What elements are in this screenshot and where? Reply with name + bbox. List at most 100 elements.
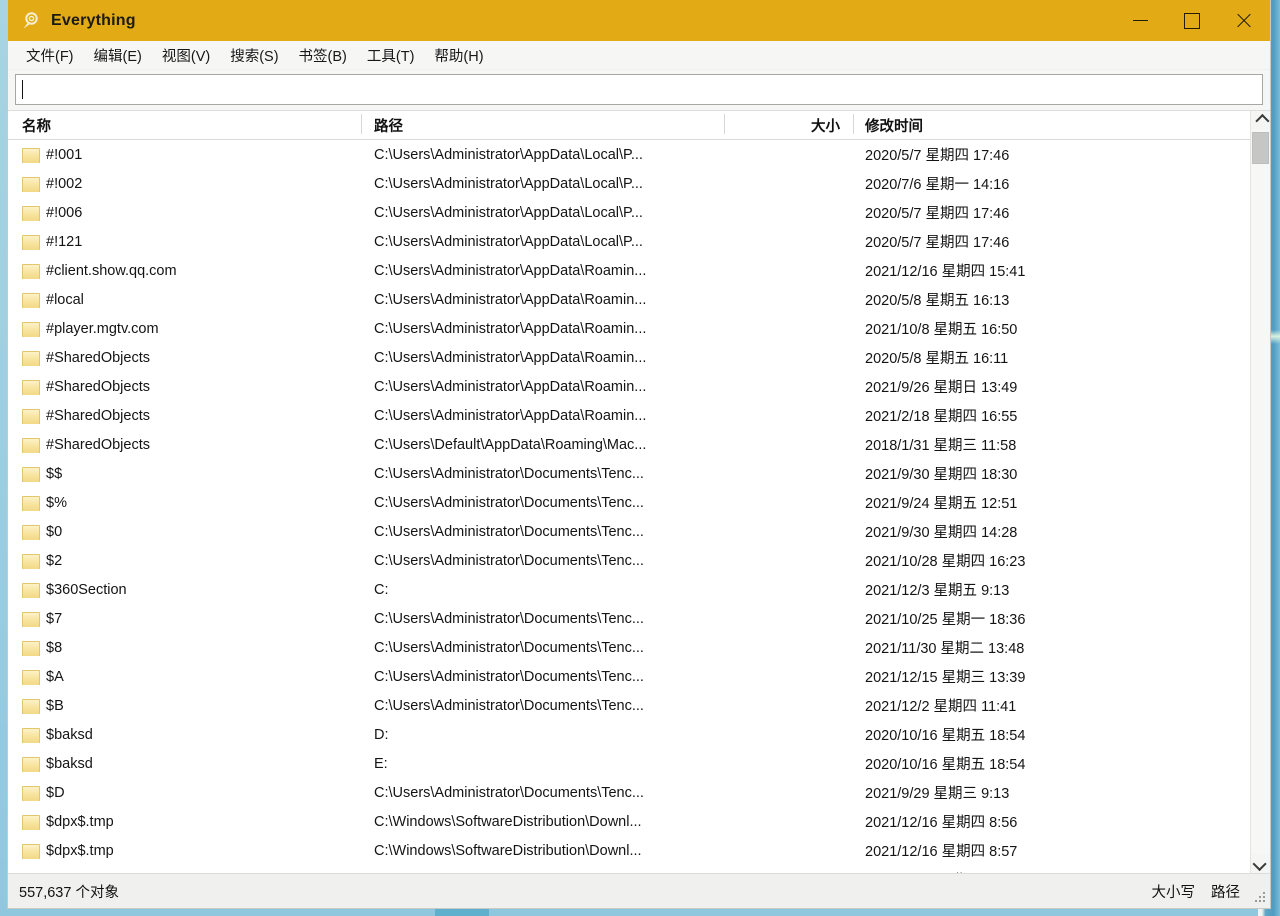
table-row[interactable]: $360SectionC:2021/12/3 星期五 9:13 bbox=[8, 575, 1250, 604]
folder-icon bbox=[22, 321, 39, 337]
scrollbar-thumb[interactable] bbox=[1252, 132, 1269, 164]
table-row[interactable]: #!121C:\Users\Administrator\AppData\Loca… bbox=[8, 227, 1250, 256]
table-row[interactable]: $%C:\Users\Administrator\Documents\Tenc.… bbox=[8, 488, 1250, 517]
cell-date: 2021/11/30 星期二 13:48 bbox=[865, 637, 1024, 658]
cell-name: $dpx$.tmp bbox=[22, 814, 114, 830]
window-title: Everything bbox=[51, 12, 136, 30]
menu-item-view[interactable]: 视图(V) bbox=[152, 42, 220, 69]
table-row[interactable]: #!006C:\Users\Administrator\AppData\Loca… bbox=[8, 198, 1250, 227]
cell-date: 2021/10/28 星期四 16:23 bbox=[865, 550, 1025, 571]
folder-icon bbox=[22, 408, 39, 424]
folder-icon bbox=[22, 205, 39, 221]
folder-icon bbox=[22, 843, 39, 859]
folder-icon bbox=[22, 814, 39, 830]
cell-date: 2020/5/7 星期四 17:46 bbox=[865, 231, 1009, 252]
column-divider-3[interactable] bbox=[853, 114, 854, 134]
cell-name-text: $$ bbox=[46, 466, 62, 482]
cell-date: 2021/10/25 星期一 18:36 bbox=[865, 608, 1025, 629]
table-row[interactable]: $AC:\Users\Administrator\Documents\Tenc.… bbox=[8, 662, 1250, 691]
table-row[interactable]: #SharedObjectsC:\Users\Administrator\App… bbox=[8, 372, 1250, 401]
cell-name-text: #!002 bbox=[46, 176, 82, 192]
table-row[interactable]: $dpx$.tmpC:\Windows\SoftwareDistribution… bbox=[8, 836, 1250, 865]
folder-icon bbox=[22, 292, 39, 308]
folder-icon bbox=[22, 553, 39, 569]
folder-icon bbox=[22, 495, 39, 511]
vertical-scrollbar[interactable] bbox=[1250, 111, 1270, 873]
cell-name-text: $dpx$.tmp bbox=[46, 814, 114, 830]
scrollbar-track[interactable] bbox=[1251, 130, 1270, 854]
cell-date: 2018/1/31 星期三 11:58 bbox=[865, 434, 1016, 455]
column-header-name[interactable]: 名称 bbox=[22, 115, 51, 136]
window-controls bbox=[1114, 0, 1270, 41]
cell-name: #!121 bbox=[22, 234, 82, 250]
cell-date: 2020/10/16 星期五 18:54 bbox=[865, 724, 1025, 745]
cell-date: 2021/9/30 星期四 18:30 bbox=[865, 463, 1017, 484]
everything-window: Everything 文件(F) 编辑(E) 视图(V) 搜索(S) 书签(B) bbox=[8, 0, 1270, 908]
cell-name: #SharedObjects bbox=[22, 350, 150, 366]
match-path-toggle[interactable]: 路径 bbox=[1211, 881, 1240, 902]
table-row[interactable]: $$C:\Users\Administrator\Documents\Tenc.… bbox=[8, 459, 1250, 488]
table-row[interactable]: #!001C:\Users\Administrator\AppData\Loca… bbox=[8, 140, 1250, 169]
cell-name: #SharedObjects bbox=[22, 379, 150, 395]
table-row[interactable]: #client.show.qq.comC:\Users\Administrato… bbox=[8, 256, 1250, 285]
cell-name-text: $8 bbox=[46, 640, 62, 656]
table-row[interactable]: $baksdE:2020/10/16 星期五 18:54 bbox=[8, 749, 1250, 778]
menu-item-file[interactable]: 文件(F) bbox=[16, 42, 84, 69]
table-row[interactable]: $dpx$.tmpC:\Windows\SoftwareDistribution… bbox=[8, 807, 1250, 836]
cell-name: $A bbox=[22, 669, 64, 685]
menu-item-search[interactable]: 搜索(S) bbox=[220, 42, 288, 69]
cell-name-text: #player.mgtv.com bbox=[46, 321, 159, 337]
table-row[interactable]: $DC:\Users\Administrator\Documents\Tenc.… bbox=[8, 778, 1250, 807]
minimize-button[interactable] bbox=[1114, 0, 1166, 41]
table-row[interactable]: $8C:\Users\Administrator\Documents\Tenc.… bbox=[8, 633, 1250, 662]
match-case-toggle[interactable]: 大小写 bbox=[1152, 881, 1196, 902]
chevron-down-icon bbox=[1252, 856, 1266, 870]
table-row[interactable]: #!002C:\Users\Administrator\AppData\Loca… bbox=[8, 169, 1250, 198]
table-row[interactable]: #SharedObjectsC:\Users\Default\AppData\R… bbox=[8, 430, 1250, 459]
table-row[interactable]: #localC:\Users\Administrator\AppData\Roa… bbox=[8, 285, 1250, 314]
cell-date: 2020/5/8 星期五 16:13 bbox=[865, 289, 1009, 310]
table-row[interactable]: $baksdD:2020/10/16 星期五 18:54 bbox=[8, 720, 1250, 749]
menu-bar: 文件(F) 编辑(E) 视图(V) 搜索(S) 书签(B) 工具(T) 帮助(H… bbox=[8, 41, 1270, 70]
table-row[interactable]: $2C:\Users\Administrator\Documents\Tenc.… bbox=[8, 546, 1250, 575]
cell-name: #!002 bbox=[22, 176, 82, 192]
folder-icon bbox=[22, 350, 39, 366]
column-header-size[interactable]: 大小 bbox=[708, 115, 840, 136]
cell-name: #!001 bbox=[22, 147, 82, 163]
cell-path: C:\Users\Administrator\AppData\Roamin... bbox=[374, 350, 714, 366]
cell-name-text: $baksd bbox=[46, 756, 93, 772]
cell-name: $360Section bbox=[22, 582, 127, 598]
folder-icon bbox=[22, 147, 39, 163]
close-icon bbox=[1235, 12, 1253, 30]
column-header-path[interactable]: 路径 bbox=[374, 115, 403, 136]
table-row[interactable]: #SharedObjects C:\Users\Administrator\App… bbox=[8, 343, 1250, 372]
menu-item-tools[interactable]: 工具(T) bbox=[357, 42, 425, 69]
close-button[interactable] bbox=[1218, 0, 1270, 41]
cell-name-text: $dpx$.tmp bbox=[46, 843, 114, 859]
table-row[interactable]: $EC:\Users\Administrator\Documents\Tenc.… bbox=[8, 865, 1250, 873]
table-row[interactable]: #player.mgtv.comC:\Users\Administrator\A… bbox=[8, 314, 1250, 343]
cell-name-text: #!121 bbox=[46, 234, 82, 250]
column-header-date[interactable]: 修改时间 bbox=[865, 115, 923, 136]
cell-date: 2020/5/7 星期四 17:46 bbox=[865, 144, 1009, 165]
table-row[interactable]: #SharedObjectsC:\Users\Administrator\App… bbox=[8, 401, 1250, 430]
resize-grip-icon[interactable] bbox=[1253, 892, 1265, 904]
maximize-button[interactable] bbox=[1166, 0, 1218, 41]
scroll-up-button[interactable] bbox=[1251, 111, 1270, 130]
table-row[interactable]: $0C:\Users\Administrator\Documents\Tenc.… bbox=[8, 517, 1250, 546]
cell-path: C:\Users\Administrator\AppData\Roamin... bbox=[374, 292, 714, 308]
menu-item-edit[interactable]: 编辑(E) bbox=[84, 42, 152, 69]
scroll-down-button[interactable] bbox=[1251, 854, 1270, 873]
title-bar[interactable]: Everything bbox=[8, 0, 1270, 41]
cell-name: #client.show.qq.com bbox=[22, 263, 177, 279]
folder-icon bbox=[22, 466, 39, 482]
results-list: 名称 路径 大小 修改时间 #!001C:\Users\Administrato… bbox=[8, 111, 1250, 873]
table-row[interactable]: $BC:\Users\Administrator\Documents\Tenc.… bbox=[8, 691, 1250, 720]
menu-item-help[interactable]: 帮助(H) bbox=[424, 42, 493, 69]
column-divider-1[interactable] bbox=[361, 114, 362, 134]
search-input[interactable] bbox=[15, 74, 1263, 105]
folder-icon bbox=[22, 437, 39, 453]
menu-item-bookmark[interactable]: 书签(B) bbox=[289, 42, 357, 69]
table-row[interactable]: $7C:\Users\Administrator\Documents\Tenc.… bbox=[8, 604, 1250, 633]
cell-name-text: #SharedObjects bbox=[46, 408, 150, 424]
